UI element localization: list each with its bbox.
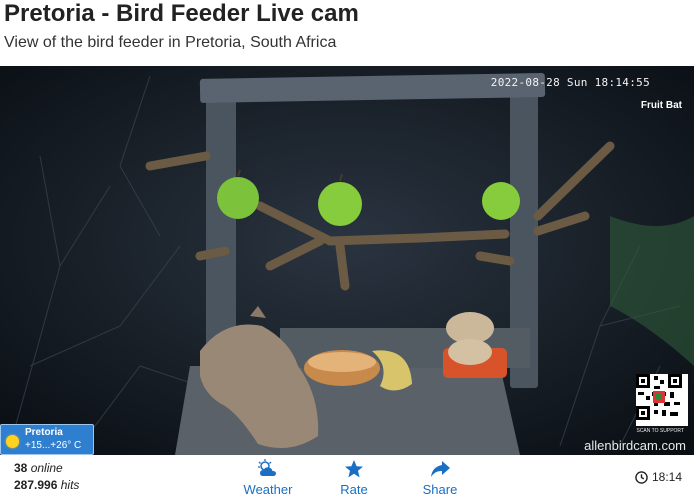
qr-code	[636, 374, 688, 426]
live-camera-view[interactable]: 2022-08-28 Sun 18:14:55 Fruit Bat SCAN T…	[0, 66, 694, 455]
star-icon	[345, 460, 363, 478]
rate-button-label: Rate	[340, 482, 368, 497]
weather-cloud-icon	[258, 459, 276, 476]
share-arrow-icon	[431, 461, 450, 477]
weather-badge[interactable]: Pretoria +15...+26° C	[0, 424, 94, 455]
weather-temperature: +15...+26° C	[25, 440, 82, 451]
share-button[interactable]: Share	[400, 459, 480, 497]
viewer-stats: 38 online 287.996 hits	[14, 460, 79, 494]
clock-icon	[635, 471, 648, 484]
hits-count: 287.996	[14, 478, 58, 492]
share-button-label: Share	[422, 482, 458, 497]
qr-caption: SCAN TO SUPPORT	[636, 428, 684, 434]
hits-label: hits	[60, 478, 80, 492]
camera-watermark: allenbirdcam.com	[584, 438, 686, 453]
online-label: online	[30, 461, 63, 475]
cam-footer: 38 online 287.996 hits Weather Rate Shar…	[0, 455, 694, 503]
page-title: Pretoria - Bird Feeder Live cam	[4, 0, 359, 27]
weather-city: Pretoria	[25, 427, 63, 438]
online-count: 38	[14, 461, 28, 475]
local-time-value: 18:14	[651, 470, 682, 484]
weather-button-label: Weather	[243, 482, 293, 497]
camera-label: Fruit Bat	[640, 100, 682, 111]
sun-icon	[6, 435, 19, 448]
page-subtitle: View of the bird feeder in Pretoria, Sou…	[4, 34, 337, 51]
camera-timestamp: 2022-08-28 Sun 18:14:55	[490, 76, 650, 89]
weather-button[interactable]: Weather	[228, 459, 308, 497]
rate-button[interactable]: Rate	[314, 459, 394, 497]
local-time: 18:14	[635, 470, 682, 484]
camera-scene	[0, 66, 694, 455]
